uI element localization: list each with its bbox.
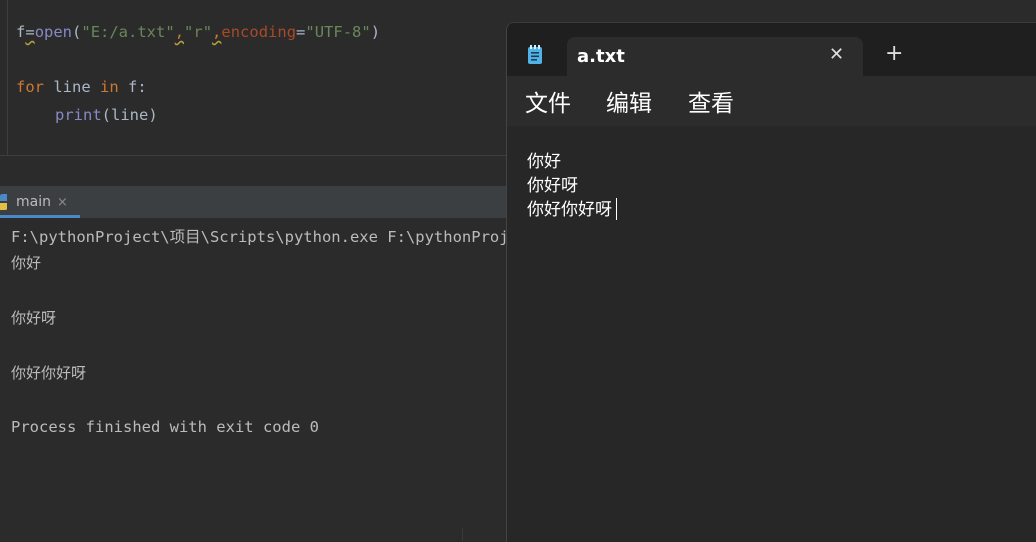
console-line-output: 你好呀 <box>11 309 57 327</box>
token-op: = <box>25 23 35 41</box>
python-icon <box>0 193 10 211</box>
token-op: = <box>296 23 306 41</box>
menu-view[interactable]: 查看 <box>688 84 734 118</box>
notepad-text-area[interactable]: 你好 你好呀 你好你好呀 <box>507 126 1036 542</box>
notepad-tab-title: a.txt <box>577 46 625 67</box>
code-editor[interactable]: f=open("E:/a.txt","r",encoding="UTF-8") … <box>0 0 506 155</box>
console-divider <box>462 528 463 541</box>
code-line-1[interactable]: f=open("E:/a.txt","r",encoding="UTF-8") <box>16 22 380 42</box>
token-string: "r" <box>184 23 213 41</box>
run-tab-main[interactable]: main × <box>0 186 68 218</box>
token-string: "UTF-8" <box>305 23 371 41</box>
token-comma: , <box>212 23 222 41</box>
notepad-window: a.txt ✕ + 文件 编辑 查看 你好 你好呀 你好你好呀 <box>506 22 1036 542</box>
panel-splitter[interactable] <box>0 155 506 186</box>
console-line-exit: Process finished with exit code 0 <box>11 418 319 436</box>
console-line-command: F:\pythonProject\项目\Scripts\python.exe F… <box>11 228 546 246</box>
token-builtin: print <box>55 106 102 124</box>
token-var: f: <box>118 78 147 96</box>
gutter-divider <box>7 0 8 155</box>
text-line: 你好呀 <box>527 176 578 196</box>
token-string: "E:/a.txt" <box>81 23 175 41</box>
run-toolwindow-header: main × <box>0 186 506 218</box>
run-tab-label: main <box>16 194 51 210</box>
text-caret <box>616 198 617 220</box>
notepad-menubar: 文件 编辑 查看 <box>507 76 1036 126</box>
code-line-3[interactable]: for line in f: <box>16 77 147 97</box>
token-builtin: open <box>34 23 73 41</box>
console-line-output: 你好你好呀 <box>11 364 87 382</box>
token-var: f <box>16 23 26 41</box>
code-line-4[interactable]: print(line) <box>55 105 158 125</box>
console-line-output: 你好 <box>11 254 42 272</box>
notepad-titlebar[interactable]: a.txt ✕ + <box>507 23 1036 76</box>
token-var: line <box>44 78 100 96</box>
token-paren: ) <box>370 23 381 41</box>
token-comma: , <box>174 23 185 41</box>
token-named-param: encoding <box>221 23 297 41</box>
token-paren: ( <box>72 23 82 41</box>
new-tab-button[interactable]: + <box>885 41 903 66</box>
notepad-tab[interactable]: a.txt ✕ <box>567 37 863 76</box>
notepad-icon <box>527 45 543 65</box>
text-line: 你好你好呀 <box>527 200 612 220</box>
token-args: (line) <box>101 106 158 124</box>
menu-file[interactable]: 文件 <box>525 84 571 118</box>
run-console[interactable]: F:\pythonProject\项目\Scripts\python.exe F… <box>0 218 546 541</box>
token-keyword: in <box>100 78 119 96</box>
close-icon[interactable]: ✕ <box>829 44 844 65</box>
menu-edit[interactable]: 编辑 <box>606 84 652 118</box>
close-icon[interactable]: × <box>57 195 68 210</box>
token-keyword: for <box>16 78 44 96</box>
text-line: 你好 <box>527 152 561 172</box>
